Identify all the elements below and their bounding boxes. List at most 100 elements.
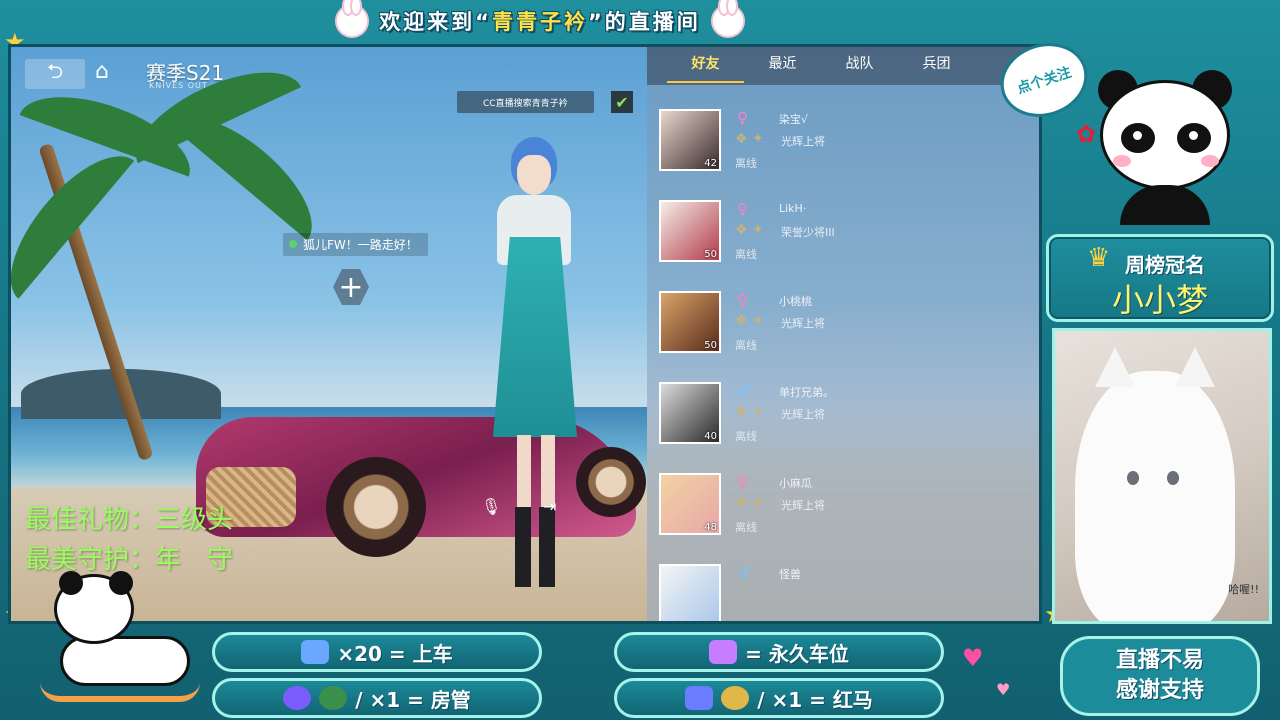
friend-status: 离线	[735, 248, 757, 261]
panda-body	[1120, 185, 1210, 225]
car-wheel	[326, 457, 426, 557]
gender-icon: ♀	[737, 109, 748, 127]
friend-name: 单打兄弟。	[779, 386, 834, 399]
friend-status: 离线	[735, 339, 757, 352]
back-arrow-icon: ⮌	[46, 59, 64, 83]
reward-pill-1: ×20 = 上车	[212, 632, 542, 672]
banner-title: 欢迎来到“青青子衿”的直播间	[379, 6, 701, 36]
tab-3[interactable]: 兵团	[898, 47, 975, 85]
friend-status: 离线	[735, 157, 757, 170]
friend-avatar[interactable]: 50	[659, 200, 721, 262]
friend-row[interactable]: 50 ♀ 小桃桃 ❖ ✦ 光辉上将 离线	[659, 291, 1039, 361]
back-button[interactable]: ⮌	[25, 59, 85, 89]
friend-rank: 光辉上将	[781, 408, 825, 421]
tab-1[interactable]: 最近	[744, 47, 821, 85]
best-gift-text: 最佳礼物：三级头	[25, 505, 234, 535]
friend-row[interactable]: 50 ♀ LikH· ❖ ✦ 荣誉少将III 离线	[659, 200, 1039, 270]
panda-eye	[1121, 123, 1155, 153]
friend-row[interactable]: ♂ 怪兽	[659, 564, 1039, 621]
tab-2[interactable]: 战队	[821, 47, 898, 85]
exit-button[interactable]: ⇥	[543, 497, 556, 516]
panda-mascot	[1090, 70, 1240, 225]
cat-ear	[1095, 347, 1135, 387]
gift-icon	[283, 686, 312, 710]
friend-level: 40	[704, 431, 717, 442]
friend-level: 48	[704, 522, 717, 533]
character-face	[517, 155, 551, 195]
reward-text: / ×1 = 房管	[355, 687, 471, 712]
friend-rank: 光辉上将	[781, 317, 825, 330]
banner-suffix: ”的直播间	[588, 10, 701, 34]
rank-badge-icon: ❖ ✦	[735, 495, 764, 511]
rank-badge-icon: ❖ ✦	[735, 404, 764, 420]
game-screen: ⮌ ⌂ 赛季S21 KNIVES OUT CC直播搜索青青子衿 ✔ 狐儿FW！一…	[8, 44, 1042, 624]
friend-rank: 光辉上将	[781, 499, 825, 512]
gender-icon: ♀	[737, 473, 748, 491]
friend-name: 怪兽	[779, 568, 801, 581]
cat-eye	[1127, 471, 1139, 485]
lobby-scene: ⮌ ⌂ 赛季S21 KNIVES OUT CC直播搜索青青子衿 ✔ 狐儿FW！一…	[11, 47, 647, 621]
friend-avatar[interactable]: 42	[659, 109, 721, 171]
crown-icon: ♛	[1087, 243, 1111, 273]
ready-button[interactable]: ✔	[611, 91, 633, 113]
mic-button[interactable]: 🎙	[481, 497, 501, 516]
gift-icon	[301, 640, 330, 664]
invite-slot-button[interactable]: +	[333, 269, 369, 305]
reward-text: / ×1 = 红马	[757, 687, 873, 712]
gender-icon: ♀	[737, 200, 748, 218]
friend-avatar[interactable]: 50	[659, 291, 721, 353]
friend-name: 染宝√	[779, 113, 809, 126]
cam-tag: 哈喔!!	[1228, 583, 1259, 596]
rocker	[40, 682, 200, 702]
gender-icon: ♂	[737, 382, 751, 400]
panda-cheek	[1201, 155, 1219, 167]
cat-eye	[1167, 471, 1179, 485]
friend-name: 小麻瓜	[779, 477, 812, 490]
duck-icon	[721, 686, 750, 710]
rank-badge-icon: ❖ ✦	[735, 222, 764, 238]
rank-badge-icon: ❖ ✦	[735, 131, 764, 147]
wings-icon	[709, 640, 738, 664]
thanks-line-1: 直播不易	[1115, 648, 1204, 673]
weekly-crown-box: ♛ 周榜冠名 小小梦	[1046, 234, 1274, 322]
character-sock	[539, 507, 555, 587]
friend-level: 42	[704, 158, 717, 169]
reward-text: ×20 = 上车	[337, 641, 453, 666]
friend-level: 50	[704, 249, 717, 260]
friend-level: 50	[704, 340, 717, 351]
rocking-horse-panda	[40, 571, 200, 704]
reward-text: = 永久车位	[745, 641, 849, 666]
gender-icon: ♀	[737, 291, 748, 309]
panda-cheek	[1113, 155, 1131, 167]
panda-eye	[1177, 123, 1211, 153]
friend-avatar[interactable]: 40	[659, 382, 721, 444]
friend-row[interactable]: 48 ♀ 小麻瓜 ❖ ✦ 光辉上将 离线	[659, 473, 1039, 543]
panda-head	[1100, 80, 1230, 190]
friend-row[interactable]: 42 ♀ 染宝√ ❖ ✦ 光辉上将 离线	[659, 109, 1039, 179]
palm-leaf	[11, 135, 135, 299]
player-character[interactable]	[479, 137, 589, 607]
friend-avatar[interactable]: 48	[659, 473, 721, 535]
home-icon: ⌂	[95, 59, 109, 84]
weekly-title: 周榜冠名	[1125, 253, 1205, 277]
season-subtitle: KNIVES OUT	[149, 81, 208, 90]
reward-pill-2: = 永久车位	[614, 632, 944, 672]
chat-bubble: 狐儿FW！一路走好！	[283, 233, 428, 256]
weekly-name: 小小梦	[1111, 281, 1208, 319]
friend-avatar[interactable]	[659, 564, 721, 621]
heart-icon: ♥	[996, 680, 1011, 699]
cat-ear	[1175, 347, 1215, 387]
white-cat	[1075, 347, 1235, 621]
thanks-badge: 直播不易 感谢支持	[1060, 636, 1260, 716]
panda-ear	[109, 571, 133, 595]
tab-0[interactable]: 好友	[667, 47, 744, 85]
thanks-line-2: 感谢支持	[1115, 678, 1204, 703]
bunny-left-icon	[335, 0, 370, 38]
friend-name: LikH·	[779, 202, 807, 215]
home-button[interactable]: ⌂	[95, 59, 109, 84]
friend-row[interactable]: 40 ♂ 单打兄弟。 ❖ ✦ 光辉上将离线	[659, 382, 1039, 452]
exit-icon: ⇥	[543, 497, 557, 516]
mic-icon: 🎙	[481, 497, 502, 516]
friend-status: 离线	[735, 430, 757, 443]
friends-panel: 好友 最近 战队 兵团 42 ♀ 染宝√ ❖ ✦ 光辉上将 离线 50 ♀ LikH· ❖ ✦ 荣誉少将I…	[647, 47, 1039, 621]
